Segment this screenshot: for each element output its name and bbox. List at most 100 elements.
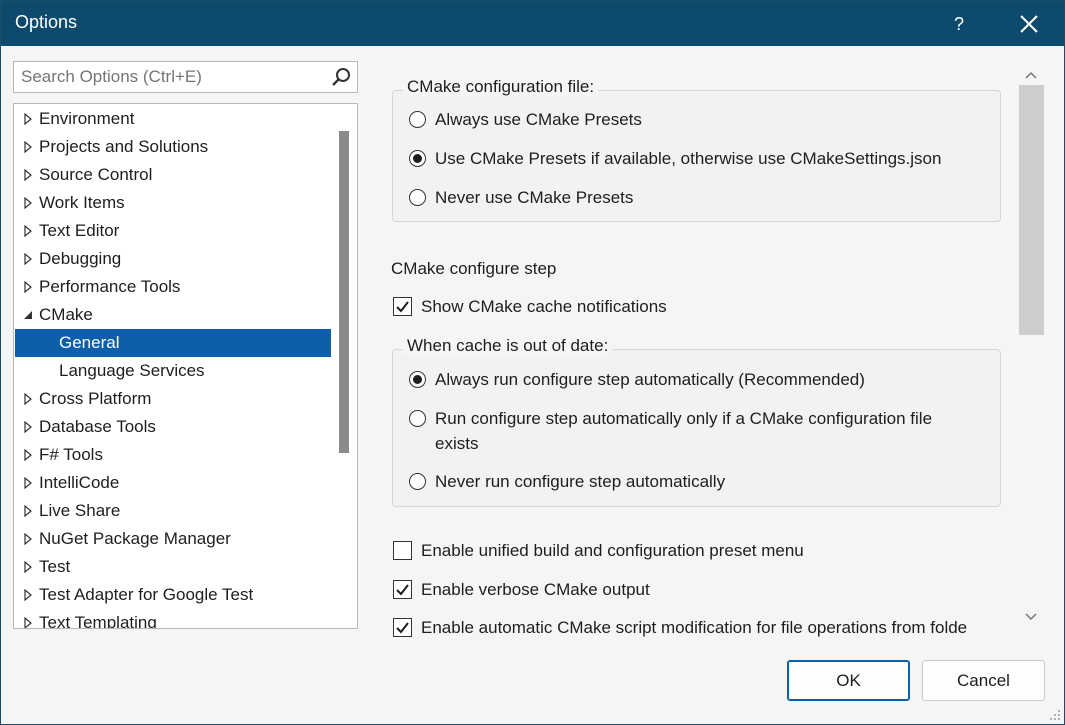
search-icon[interactable] [330, 66, 352, 88]
tree-scrollbar-thumb[interactable] [339, 131, 349, 453]
close-icon [1020, 15, 1038, 33]
ok-button[interactable]: OK [787, 660, 910, 701]
tree-item-cross-platform[interactable]: Cross Platform [15, 385, 331, 413]
tree-item-label: NuGet Package Manager [39, 529, 231, 548]
radio-label: Never run configure step automatically [435, 472, 726, 491]
scroll-down-button[interactable] [1023, 609, 1039, 623]
tree-item-general[interactable]: General [15, 329, 331, 357]
collapsed-arrow-icon[interactable] [22, 477, 34, 489]
tree-item-test[interactable]: Test [15, 553, 331, 581]
tree-item-label: Performance Tools [39, 277, 181, 296]
tree-item-label: Projects and Solutions [39, 137, 209, 156]
collapsed-arrow-icon[interactable] [22, 533, 34, 545]
tree-item-nuget-package-manager[interactable]: NuGet Package Manager [15, 525, 331, 553]
expanded-arrow-icon[interactable] [22, 309, 34, 321]
tree-item-cmake[interactable]: CMake [15, 301, 331, 329]
tree-item-label: Text Templating [39, 613, 157, 629]
checkmark-icon [396, 301, 409, 313]
tree-item-label: Debugging [39, 249, 122, 268]
collapsed-arrow-icon[interactable] [22, 113, 34, 125]
tree-item-label: Environment [39, 109, 135, 128]
tree-item-label: Live Share [39, 501, 121, 520]
cmake-general-page: CMake configuration file: Always use CMa… [371, 59, 1021, 639]
checkbox-checked[interactable] [393, 580, 412, 599]
tree-item-label: CMake [39, 305, 93, 324]
radio-label: Always use CMake Presets [435, 110, 642, 129]
tree-item-label: Source Control [39, 165, 153, 184]
radio-button[interactable] [409, 189, 426, 206]
tree-item-language-services[interactable]: Language Services [15, 357, 331, 385]
checkbox-label: Enable verbose CMake output [421, 580, 650, 599]
tree-item-label: Cross Platform [39, 389, 152, 408]
collapsed-arrow-icon[interactable] [22, 617, 34, 629]
radio-label: Use CMake Presets if available, otherwis… [435, 149, 942, 168]
config-file-group: CMake configuration file: Always use CMa… [392, 77, 1001, 222]
collapsed-arrow-icon[interactable] [22, 421, 34, 433]
chevron-up-icon [1025, 71, 1037, 79]
tree-item-label: Language Services [59, 361, 205, 380]
radio-label-line2: exists [435, 434, 479, 453]
collapsed-arrow-icon[interactable] [22, 253, 34, 265]
checkbox-unchecked[interactable] [393, 541, 412, 560]
tree-item-work-items[interactable]: Work Items [15, 189, 331, 217]
cache-out-of-date-group: When cache is out of date: Always run co… [392, 336, 1001, 507]
radio-button[interactable] [409, 410, 426, 427]
tree-item-label: Database Tools [39, 417, 156, 436]
radio-button-selected[interactable] [409, 150, 426, 167]
content-scrollbar-thumb[interactable] [1019, 85, 1044, 335]
help-button[interactable]: ? [941, 7, 977, 41]
checkbox-label: Enable automatic CMake script modificati… [421, 618, 968, 637]
title-bar: Options ? [1, 1, 1064, 46]
tree-item-label: Work Items [39, 193, 125, 212]
tree-item-test-adapter-for-google-test[interactable]: Test Adapter for Google Test [15, 581, 331, 609]
close-button[interactable] [1011, 7, 1047, 41]
checkbox-checked[interactable] [393, 618, 412, 637]
cancel-button[interactable]: Cancel [922, 660, 1045, 701]
checkbox-checked[interactable] [393, 297, 412, 316]
collapsed-arrow-icon[interactable] [22, 197, 34, 209]
tree-item-label: F# Tools [39, 445, 103, 464]
tree-item-text-templating[interactable]: Text Templating [15, 609, 331, 629]
collapsed-arrow-icon[interactable] [22, 505, 34, 517]
collapsed-arrow-icon[interactable] [22, 225, 34, 237]
tree-item-label: General [59, 333, 120, 352]
tree-item-f-tools[interactable]: F# Tools [15, 441, 331, 469]
options-tree: Environment Projects and Solutions Source … [13, 103, 358, 629]
tree-item-live-share[interactable]: Live Share [15, 497, 331, 525]
collapsed-arrow-icon[interactable] [22, 141, 34, 153]
radio-button-selected[interactable] [409, 371, 426, 388]
collapsed-arrow-icon[interactable] [22, 281, 34, 293]
search-options-box[interactable] [13, 61, 358, 93]
resize-grip-icon[interactable] [1048, 708, 1062, 722]
window-title: Options [15, 12, 78, 32]
checkbox-label: Show CMake cache notifications [421, 297, 667, 316]
collapsed-arrow-icon[interactable] [22, 169, 34, 181]
tree-item-label: Text Editor [39, 221, 120, 240]
scroll-up-button[interactable] [1023, 67, 1039, 81]
tree-item-label: IntelliCode [39, 473, 120, 492]
tree-item-label: Test [39, 557, 71, 576]
radio-label-line1: Run configure step automatically only if… [435, 409, 933, 428]
search-input[interactable] [14, 62, 314, 92]
tree-item-source-control[interactable]: Source Control [15, 161, 331, 189]
radio-label: Never use CMake Presets [435, 188, 634, 207]
tree-item-debugging[interactable]: Debugging [15, 245, 331, 273]
cache-out-of-date-legend: When cache is out of date: [403, 336, 613, 356]
tree-item-projects-and-solutions[interactable]: Projects and Solutions [15, 133, 331, 161]
tree-item-label: Test Adapter for Google Test [39, 585, 254, 604]
collapsed-arrow-icon[interactable] [22, 561, 34, 573]
tree-item-environment[interactable]: Environment [15, 105, 331, 133]
tree-item-database-tools[interactable]: Database Tools [15, 413, 331, 441]
radio-button[interactable] [409, 473, 426, 490]
checkmark-icon [396, 584, 409, 596]
tree-item-text-editor[interactable]: Text Editor [15, 217, 331, 245]
radio-label: Always run configure step automatically … [435, 370, 865, 389]
tree-item-performance-tools[interactable]: Performance Tools [15, 273, 331, 301]
checkmark-icon [396, 622, 409, 634]
collapsed-arrow-icon[interactable] [22, 589, 34, 601]
chevron-down-icon [1025, 613, 1037, 621]
collapsed-arrow-icon[interactable] [22, 449, 34, 461]
collapsed-arrow-icon[interactable] [22, 393, 34, 405]
tree-item-intellicode[interactable]: IntelliCode [15, 469, 331, 497]
radio-button[interactable] [409, 111, 426, 128]
